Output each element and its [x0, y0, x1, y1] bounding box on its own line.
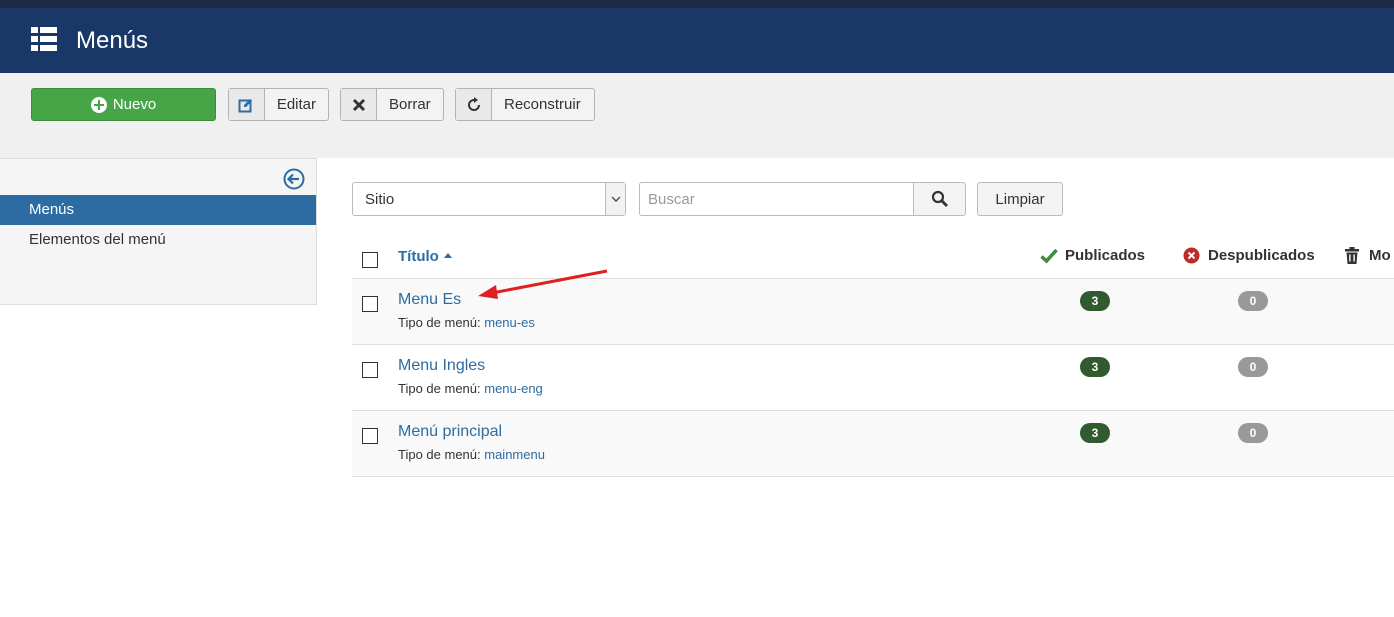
menu-type: Tipo de menú: mainmenu — [398, 447, 545, 462]
sidebar: Menús Elementos del menú — [0, 158, 317, 305]
column-header-title[interactable]: Título — [398, 248, 452, 265]
table-row: Menu Ingles Tipo de menú: menu-eng 3 0 — [352, 344, 1394, 410]
page-title: Menús — [76, 27, 149, 54]
clear-button[interactable]: Limpiar — [977, 182, 1063, 216]
menu-type-prefix: Tipo de menú: — [398, 447, 481, 462]
menu-title-link[interactable]: Menu Es — [398, 291, 461, 309]
table-row: Menú principal Tipo de menú: mainmenu 3 … — [352, 410, 1394, 476]
close-circle-icon — [1183, 247, 1200, 264]
menu-type: Tipo de menú: menu-es — [398, 315, 535, 330]
column-header-unpublished-label: Despublicados — [1208, 247, 1315, 264]
annotation-arrow-icon — [478, 269, 608, 299]
list-icon — [31, 27, 57, 51]
chevron-down-icon — [605, 183, 625, 215]
column-header-trashed-label: Mo — [1369, 247, 1391, 264]
menu-type-value[interactable]: menu-eng — [484, 381, 543, 396]
delete-button[interactable]: Borrar — [340, 88, 444, 121]
menu-title-link[interactable]: Menu Ingles — [398, 357, 485, 375]
published-count-badge[interactable]: 3 — [1080, 423, 1110, 443]
sort-asc-icon — [443, 253, 452, 258]
table-bottom-border — [352, 476, 1394, 477]
client-select-value: Sitio — [365, 191, 395, 208]
search-button[interactable] — [913, 182, 966, 216]
close-icon — [341, 89, 377, 120]
sidebar-item-menu-items[interactable]: Elementos del menú — [0, 225, 316, 255]
trash-icon — [1345, 247, 1359, 264]
client-select[interactable]: Sitio — [352, 182, 626, 216]
menu-type-value[interactable]: menu-es — [484, 315, 535, 330]
check-icon — [1040, 248, 1058, 263]
row-checkbox[interactable] — [362, 428, 378, 444]
new-button[interactable]: Nuevo — [31, 88, 216, 121]
select-all-checkbox[interactable] — [362, 252, 378, 268]
refresh-icon — [456, 89, 492, 120]
edit-button-label: Editar — [276, 96, 316, 113]
collapse-sidebar-icon[interactable] — [283, 168, 305, 190]
row-checkbox[interactable] — [362, 362, 378, 378]
sidebar-item-menus[interactable]: Menús — [0, 195, 316, 225]
page-header: Menús — [0, 8, 1394, 73]
column-header-published: Publicados — [1040, 247, 1145, 264]
top-strip — [0, 0, 1394, 8]
column-header-unpublished: Despublicados — [1183, 247, 1315, 264]
edit-button[interactable]: Editar — [228, 88, 329, 121]
unpublished-count-badge[interactable]: 0 — [1238, 423, 1268, 443]
toolbar: Nuevo Editar Borrar Reconstruir — [0, 73, 1394, 158]
published-count-badge[interactable]: 3 — [1080, 291, 1110, 311]
menu-type-prefix: Tipo de menú: — [398, 381, 481, 396]
search-icon — [931, 190, 948, 207]
menu-type: Tipo de menú: menu-eng — [398, 381, 543, 396]
unpublished-count-badge[interactable]: 0 — [1238, 357, 1268, 377]
search-input[interactable] — [639, 182, 914, 216]
new-button-label: Nuevo — [112, 96, 157, 113]
column-header-title-label: Título — [398, 248, 439, 265]
unpublished-count-badge[interactable]: 0 — [1238, 291, 1268, 311]
published-count-badge[interactable]: 3 — [1080, 357, 1110, 377]
rebuild-button[interactable]: Reconstruir — [455, 88, 595, 121]
menu-type-prefix: Tipo de menú: — [398, 315, 481, 330]
delete-button-label: Borrar — [389, 96, 431, 113]
row-checkbox[interactable] — [362, 296, 378, 312]
menu-type-value[interactable]: mainmenu — [484, 447, 545, 462]
menu-title-link[interactable]: Menú principal — [398, 423, 502, 441]
column-header-published-label: Publicados — [1065, 247, 1146, 264]
plus-circle-icon — [90, 96, 107, 113]
rebuild-button-label: Reconstruir — [504, 96, 581, 113]
edit-icon — [229, 89, 265, 120]
column-header-trashed: Mo — [1344, 247, 1391, 264]
